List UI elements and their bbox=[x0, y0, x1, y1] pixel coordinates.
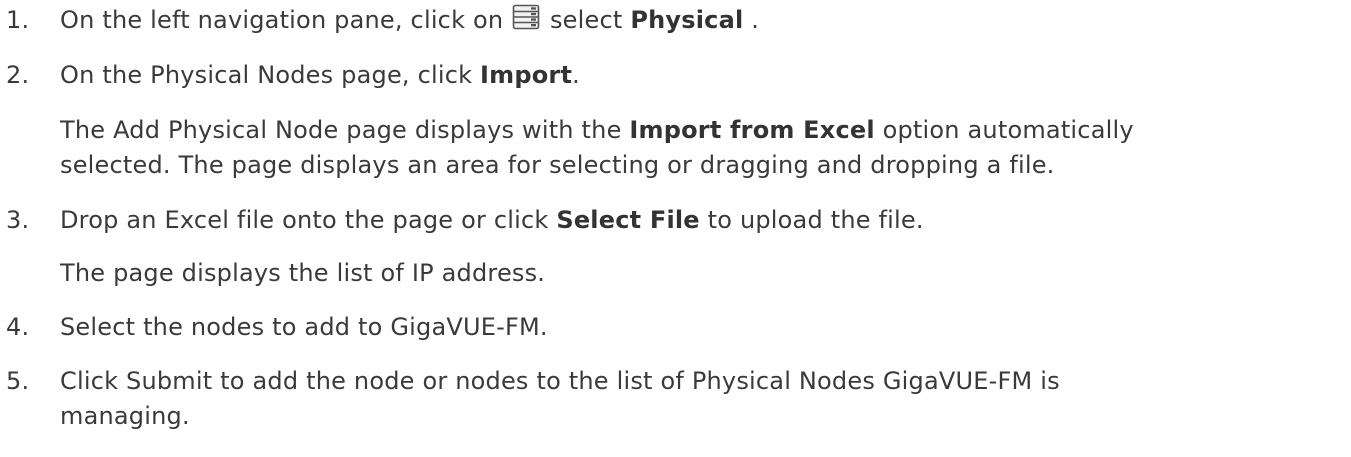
server-list-icon bbox=[512, 4, 540, 30]
step-text: Select the nodes to add to GigaVUE-FM. bbox=[60, 313, 548, 341]
step-3-note: The page displays the list of IP address… bbox=[60, 259, 546, 287]
instruction-document: 1. On the left navigation pane, click on… bbox=[0, 0, 1351, 457]
step-2-note-line-2: selected. The page displays an area for … bbox=[60, 151, 1055, 179]
emphasis-import-from-excel: Import from Excel bbox=[629, 116, 875, 144]
emphasis-physical: Physical bbox=[630, 6, 744, 34]
step-text: Drop an Excel file onto the page or clic… bbox=[60, 206, 924, 234]
emphasis-select-file: Select File bbox=[556, 206, 700, 234]
emphasis-import: Import bbox=[480, 61, 573, 89]
step-text: On the left navigation pane, click on se… bbox=[60, 4, 760, 34]
step-number: 2. bbox=[6, 61, 30, 89]
step-number: 3. bbox=[6, 206, 30, 234]
step-text: On the Physical Nodes page, click Import… bbox=[60, 61, 580, 89]
step-2-note-line-1: The Add Physical Node page displays with… bbox=[60, 116, 1134, 144]
step-text-line-1: Click Submit to add the node or nodes to… bbox=[60, 367, 1060, 395]
step-number: 5. bbox=[6, 367, 30, 395]
step-number: 1. bbox=[6, 6, 30, 34]
step-5-text-line-2: managing. bbox=[60, 402, 190, 430]
step-number: 4. bbox=[6, 313, 30, 341]
